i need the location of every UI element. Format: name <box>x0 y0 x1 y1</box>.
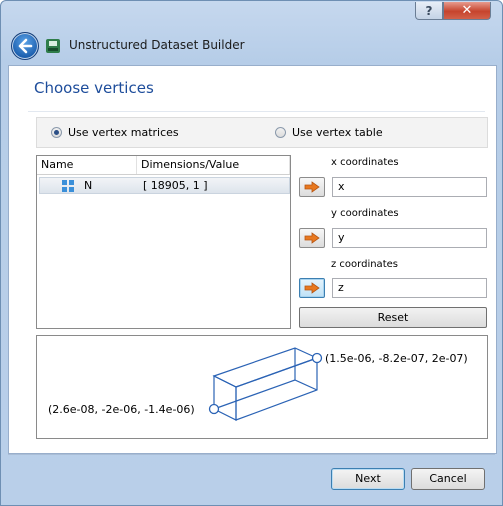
right-arrow-icon <box>304 181 320 193</box>
vertex-source-group: Use vertex matrices Use vertex table <box>36 117 488 148</box>
min-corner-marker <box>208 403 220 415</box>
footer-divider <box>8 454 495 455</box>
radio-unselected-indicator <box>275 127 286 138</box>
max-corner-marker <box>311 352 323 364</box>
x-coordinates-label: x coordinates <box>331 157 399 168</box>
assign-x-button[interactable] <box>299 177 325 197</box>
cancel-button[interactable]: Cancel <box>411 468 485 490</box>
box-top-face <box>212 347 319 388</box>
box-hidden-edge <box>213 379 296 410</box>
vertex-matrices-radio[interactable]: Use vertex matrices <box>51 126 179 139</box>
vertex-table-radio[interactable]: Use vertex table <box>275 126 383 139</box>
y-coordinates-input[interactable]: y <box>332 228 487 248</box>
right-arrow-icon <box>304 282 320 294</box>
wizard-page: Choose vertices Use vertex matrices Use … <box>8 65 497 454</box>
z-coordinates-label: z coordinates <box>331 259 398 270</box>
matrix-variable-icon <box>62 180 74 192</box>
right-arrow-icon <box>304 232 320 244</box>
title-divider <box>28 111 485 112</box>
column-header-name[interactable]: Name <box>37 156 137 174</box>
bounding-box-drawing: (1.5e-06, -8.2e-07, 2e-07) (2.6e-08, -2e… <box>48 347 468 421</box>
variable-name-cell: N <box>84 179 93 192</box>
wizard-header: Unstructured Dataset Builder <box>7 26 496 66</box>
z-coordinates-input[interactable]: z <box>332 278 487 298</box>
variables-table[interactable]: Name Dimensions/Value N [ 18905, 1 ] <box>36 155 291 329</box>
app-title: Unstructured Dataset Builder <box>69 38 245 52</box>
bounding-box-preview: (1.5e-06, -8.2e-07, 2e-07) (2.6e-08, -2e… <box>36 335 488 439</box>
min-corner-label: (2.6e-08, -2e-06, -1.4e-06) <box>48 403 195 416</box>
assign-y-button[interactable] <box>299 228 325 248</box>
y-coordinates-label: y coordinates <box>331 208 399 219</box>
reset-button[interactable]: Reset <box>299 307 487 328</box>
back-arrow-icon <box>18 38 33 54</box>
wizard-window: ? ✕ Unstructured Dataset Builder Choose … <box>0 0 503 506</box>
table-row[interactable]: N [ 18905, 1 ] <box>39 177 290 194</box>
box-hidden-edge <box>294 379 318 391</box>
column-header-dimensions[interactable]: Dimensions/Value <box>137 156 290 174</box>
title-bar: ? ✕ <box>1 1 502 25</box>
next-button[interactable]: Next <box>331 468 405 490</box>
vertex-matrices-label: Use vertex matrices <box>68 126 179 139</box>
radio-selected-indicator <box>51 127 62 138</box>
x-coordinates-input[interactable]: x <box>332 177 487 197</box>
dataset-builder-icon <box>46 39 60 53</box>
page-title: Choose vertices <box>34 79 154 97</box>
variable-dimensions-cell: [ 18905, 1 ] <box>143 179 208 192</box>
back-button[interactable] <box>11 32 39 60</box>
box-side-face <box>235 357 318 421</box>
max-corner-label: (1.5e-06, -8.2e-07, 2e-07) <box>325 352 468 365</box>
table-header: Name Dimensions/Value <box>37 156 290 175</box>
close-button[interactable]: ✕ <box>443 2 491 20</box>
assign-z-button[interactable] <box>299 278 325 298</box>
help-button[interactable]: ? <box>415 2 443 20</box>
vertex-table-label: Use vertex table <box>292 126 383 139</box>
box-front-face <box>213 375 237 421</box>
